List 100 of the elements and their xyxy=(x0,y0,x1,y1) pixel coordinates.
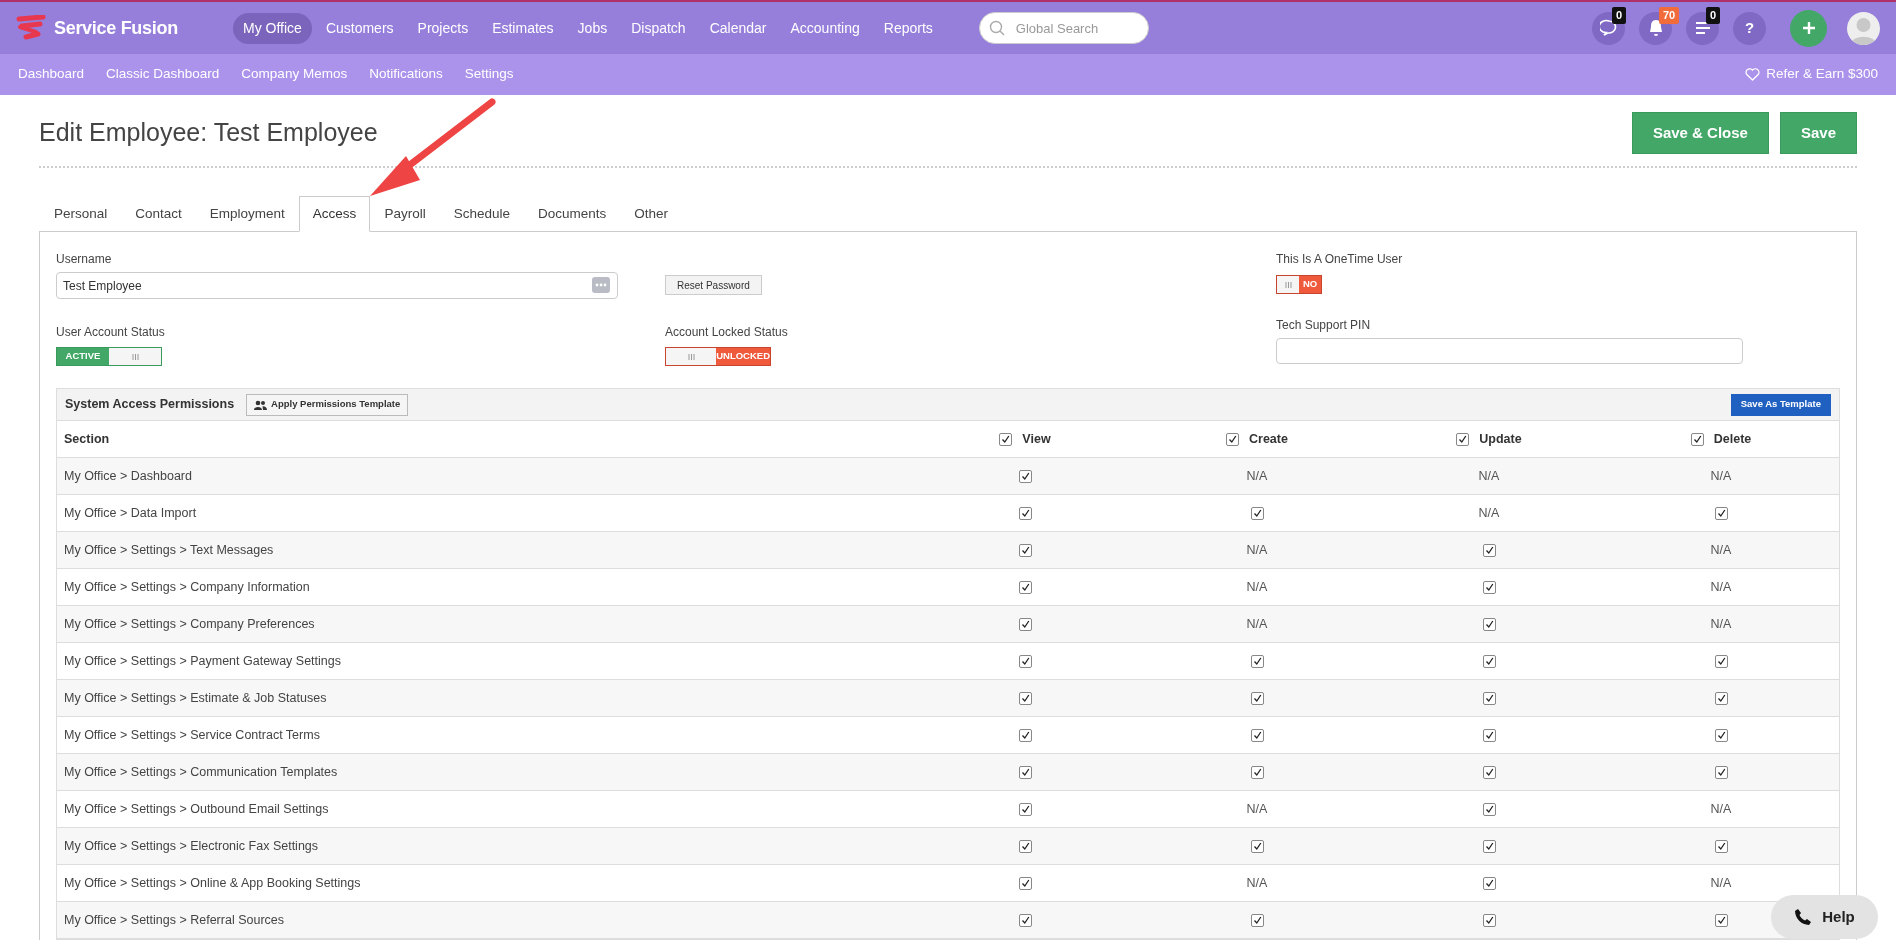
nav-link[interactable]: My Office xyxy=(233,12,312,44)
checkbox[interactable] xyxy=(1018,469,1032,483)
toggle-switch[interactable]: UNLOCKED xyxy=(665,347,771,366)
section-title: System Access Permissions xyxy=(65,396,235,414)
count-badge: 70 xyxy=(1659,6,1680,24)
checkbox[interactable] xyxy=(1226,432,1240,446)
checkbox[interactable] xyxy=(1250,506,1264,520)
search-field[interactable]: Global Search xyxy=(978,12,1149,44)
checkbox[interactable] xyxy=(1482,617,1496,631)
phone-icon xyxy=(1794,908,1813,926)
table-cell-text: My Office > Settings > Payment Gateway Settings xyxy=(63,652,342,670)
checkbox[interactable] xyxy=(1018,802,1032,816)
search-icon xyxy=(988,20,1005,36)
nav-link[interactable]: Dispatch xyxy=(621,12,696,44)
checkbox[interactable] xyxy=(1714,506,1728,520)
reset-password-button[interactable]: Reset Password xyxy=(665,275,762,295)
add-button[interactable] xyxy=(1790,9,1827,47)
tab[interactable]: Other xyxy=(620,196,682,232)
checkbox[interactable] xyxy=(1714,839,1728,853)
table-cell-text: My Office > Settings > Referral Sources xyxy=(63,911,285,929)
checkbox[interactable] xyxy=(1482,876,1496,890)
save-button[interactable]: Save & Close xyxy=(1631,112,1769,154)
nav-link[interactable]: Projects xyxy=(407,12,479,44)
subnav-link[interactable]: Notifications xyxy=(369,64,443,85)
checkbox[interactable] xyxy=(1018,728,1032,742)
toggle-switch[interactable]: NO xyxy=(1276,275,1322,294)
username-field[interactable]: Test Employee xyxy=(56,272,618,299)
checkbox[interactable] xyxy=(1714,913,1728,927)
nav-link[interactable]: Customers xyxy=(315,12,404,44)
checkbox[interactable] xyxy=(1018,876,1032,890)
nav-link[interactable]: Jobs xyxy=(567,12,618,44)
help-button[interactable]: ? xyxy=(1733,11,1766,45)
checkbox[interactable] xyxy=(1018,543,1032,557)
tab[interactable]: Payroll xyxy=(370,196,440,232)
table-cell-text: N/A xyxy=(1246,800,1268,818)
tab[interactable]: Employment xyxy=(195,196,299,232)
checkbox[interactable] xyxy=(1250,765,1264,779)
table-cell-text: My Office > Settings > Estimate & Job Statuses xyxy=(63,689,328,707)
checkbox[interactable] xyxy=(1714,728,1728,742)
nav-link[interactable]: Reports xyxy=(873,12,943,44)
checkbox[interactable] xyxy=(1250,654,1264,668)
tab[interactable]: Access xyxy=(298,196,371,232)
checkbox[interactable] xyxy=(1482,913,1496,927)
column-header: Section xyxy=(63,430,111,448)
checkbox[interactable] xyxy=(1018,839,1032,853)
table-cell-text: N/A xyxy=(1478,504,1500,522)
table-cell-text: N/A xyxy=(1710,467,1732,485)
checkbox[interactable] xyxy=(1482,728,1496,742)
save-button[interactable]: Save xyxy=(1779,112,1857,154)
checkbox[interactable] xyxy=(1250,691,1264,705)
checkbox[interactable] xyxy=(1250,913,1264,927)
checkbox[interactable] xyxy=(1250,839,1264,853)
checkbox[interactable] xyxy=(1482,765,1496,779)
save-template-button[interactable]: Save As Template xyxy=(1730,393,1831,416)
checkbox[interactable] xyxy=(1482,654,1496,668)
avatar[interactable] xyxy=(1847,11,1880,45)
brand-name[interactable]: Service Fusion xyxy=(54,14,178,42)
toggle-switch[interactable]: ACTIVE xyxy=(56,347,162,366)
refer-link[interactable]: Refer & Earn $300 xyxy=(1745,64,1878,85)
checkbox[interactable] xyxy=(1482,580,1496,594)
checkbox[interactable] xyxy=(1690,432,1704,446)
subnav-link[interactable]: Company Memos xyxy=(241,64,348,85)
checkbox[interactable] xyxy=(1456,432,1470,446)
table-cell-text: N/A xyxy=(1246,578,1268,596)
checkbox[interactable] xyxy=(1018,617,1032,631)
checkbox[interactable] xyxy=(1250,728,1264,742)
subnav-link[interactable]: Settings xyxy=(464,64,514,85)
checkbox[interactable] xyxy=(999,432,1013,446)
nav-link[interactable]: Estimates xyxy=(482,12,564,44)
nav-link[interactable]: Accounting xyxy=(780,12,870,44)
help-button[interactable]: Help xyxy=(1771,895,1878,939)
table-cell-text: N/A xyxy=(1710,615,1732,633)
checkbox[interactable] xyxy=(1018,765,1032,779)
checkbox[interactable] xyxy=(1482,802,1496,816)
column-header: Update xyxy=(1479,430,1522,448)
checkbox[interactable] xyxy=(1482,691,1496,705)
apply-template-button[interactable]: Apply Permissions Template xyxy=(246,393,409,416)
tab[interactable]: Schedule xyxy=(439,196,524,232)
checkbox[interactable] xyxy=(1482,839,1496,853)
checkbox[interactable] xyxy=(1018,654,1032,668)
checkbox[interactable] xyxy=(1714,691,1728,705)
tab[interactable]: Documents xyxy=(523,196,621,232)
checkbox[interactable] xyxy=(1018,691,1032,705)
subnav-link[interactable]: Classic Dashboard xyxy=(106,64,220,85)
checkbox[interactable] xyxy=(1018,506,1032,520)
table-cell-text: My Office > Settings > Electronic Fax Settings xyxy=(63,837,320,855)
checkbox[interactable] xyxy=(1714,654,1728,668)
table-cell-text: N/A xyxy=(1246,541,1268,559)
tab[interactable]: Personal xyxy=(40,196,122,232)
tab[interactable]: Contact xyxy=(121,196,196,232)
checkbox[interactable] xyxy=(1018,580,1032,594)
table-cell-text: N/A xyxy=(1710,578,1732,596)
grip-icon xyxy=(687,353,695,360)
heart-icon xyxy=(1745,68,1761,81)
checkbox[interactable] xyxy=(1018,913,1032,927)
checkbox[interactable] xyxy=(1714,765,1728,779)
pin-field[interactable] xyxy=(1276,338,1743,364)
checkbox[interactable] xyxy=(1482,543,1496,557)
subnav-link[interactable]: Dashboard xyxy=(18,64,85,85)
nav-link[interactable]: Calendar xyxy=(699,12,777,44)
